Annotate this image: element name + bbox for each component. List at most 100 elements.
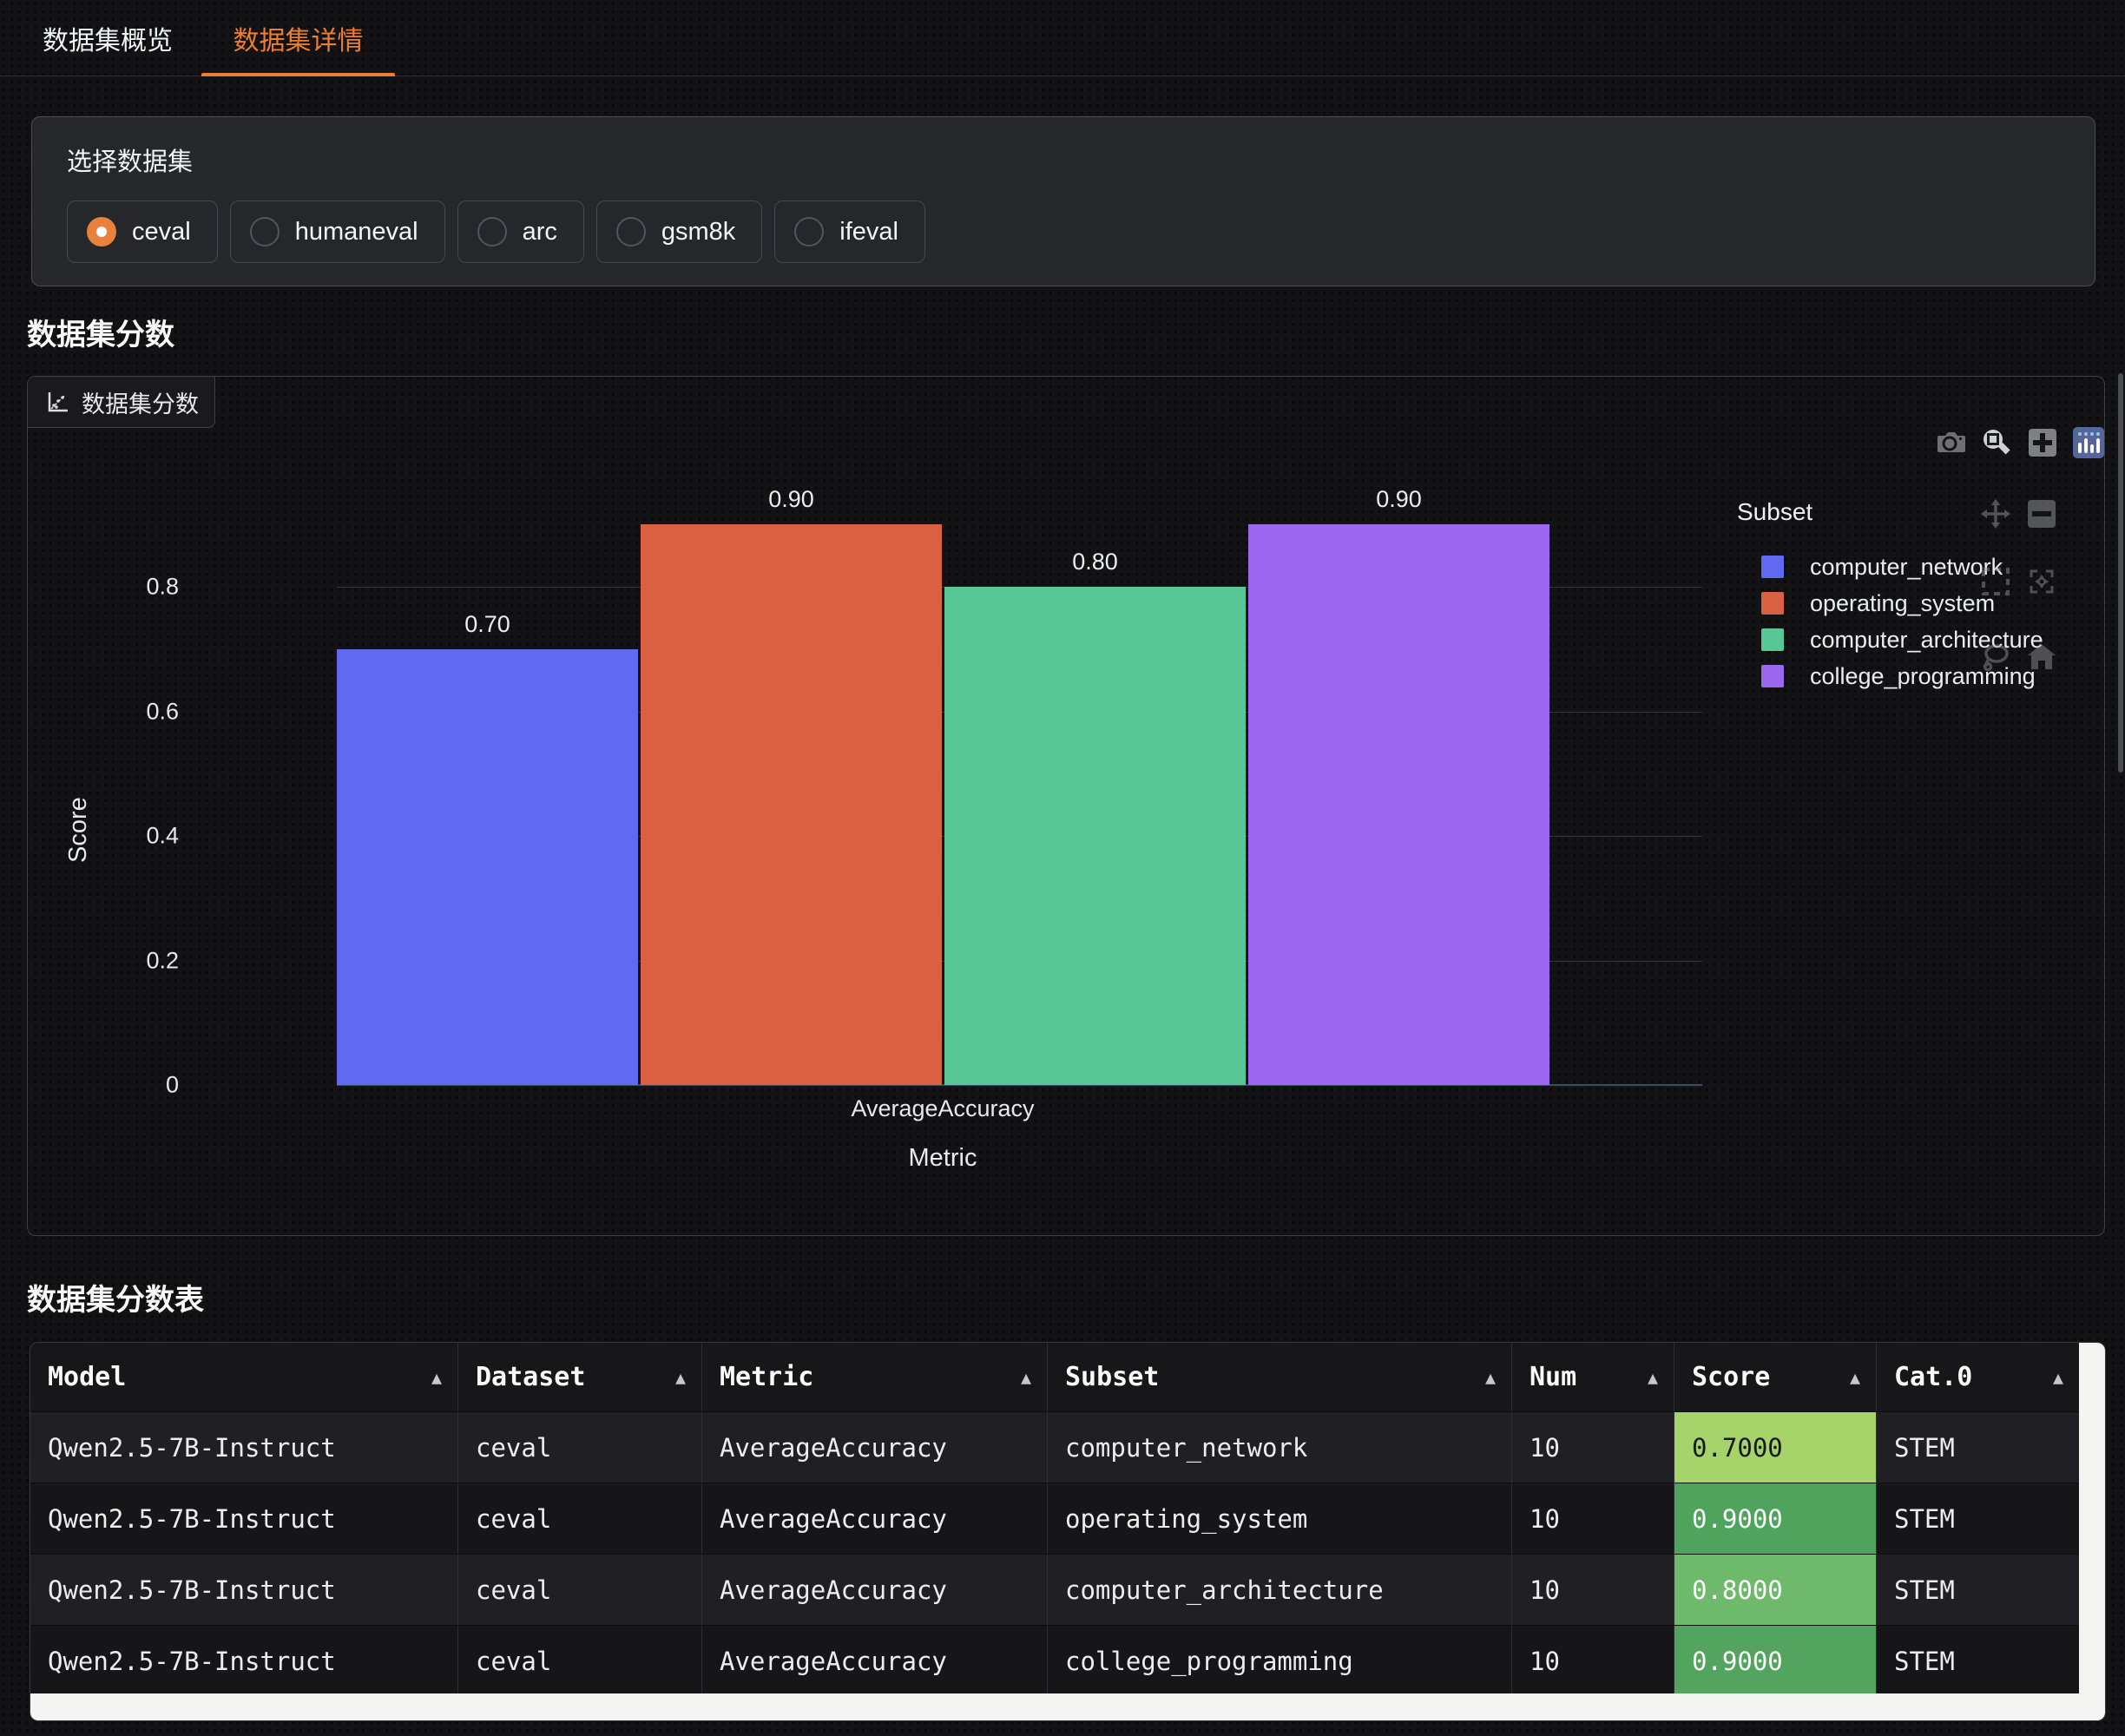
dataset-option-label: arc [523, 218, 557, 247]
y-axis-tick-label: 0 [83, 1072, 179, 1099]
y-axis-tick-label: 0.4 [83, 823, 179, 850]
column-header-subset[interactable]: Subset ▲ [1048, 1343, 1512, 1411]
cell-model: Qwen2.5-7B-Instruct [30, 1412, 458, 1483]
cell-cat0: STEM [1877, 1626, 2080, 1696]
autoscale-icon[interactable] [2025, 565, 2057, 597]
radio-selected-icon [87, 217, 116, 247]
dataset-option-ceval[interactable]: ceval [67, 201, 218, 263]
radio-unselected-icon [616, 217, 646, 247]
scores-section-title: 数据集分数 [27, 311, 174, 353]
column-header-label: Metric [720, 1362, 813, 1392]
sort-asc-icon[interactable]: ▲ [1850, 1367, 1860, 1388]
legend-swatch [1761, 665, 1784, 687]
bar-computer_network[interactable] [337, 649, 638, 1085]
radio-dot [96, 227, 107, 237]
column-header-metric[interactable]: Metric ▲ [702, 1343, 1048, 1411]
column-header-dataset[interactable]: Dataset ▲ [458, 1343, 702, 1411]
x-axis-tick-label: AverageAccuracy [769, 1095, 1116, 1122]
table-horizontal-scrollbar[interactable] [30, 1693, 2080, 1720]
page-scrollbar-thumb[interactable] [2118, 373, 2123, 773]
camera-icon[interactable] [1934, 426, 1966, 458]
column-header-cat-0[interactable]: Cat.0 ▲ [1877, 1343, 2080, 1411]
cell-dataset: ceval [458, 1555, 702, 1625]
bar-operating_system[interactable] [641, 524, 942, 1085]
cell-score: 0.7000 [1674, 1412, 1877, 1483]
chart-panel-chip-label: 数据集分数 [82, 385, 199, 419]
active-tab-underline [201, 73, 395, 76]
column-header-score[interactable]: Score ▲ [1674, 1343, 1877, 1411]
plotly-logo-icon[interactable] [2072, 426, 2104, 458]
chart-toolbar [1934, 426, 2104, 458]
legend-swatch [1761, 592, 1784, 615]
bar-college_programming[interactable] [1248, 524, 1549, 1085]
column-header-label: Dataset [476, 1362, 585, 1392]
x-axis-title: Metric [769, 1144, 1116, 1173]
zoom-in-icon[interactable] [2026, 426, 2058, 458]
pan-icon[interactable] [1979, 497, 2011, 529]
radio-unselected-icon [250, 217, 280, 247]
column-header-model[interactable]: Model ▲ [30, 1343, 458, 1411]
cell-model: Qwen2.5-7B-Instruct [30, 1483, 458, 1554]
cell-metric: AverageAccuracy [702, 1555, 1048, 1625]
column-header-label: Num [1530, 1362, 1576, 1392]
column-header-label: Cat.0 [1894, 1362, 1972, 1392]
cell-metric: AverageAccuracy [702, 1412, 1048, 1483]
sort-asc-icon[interactable]: ▲ [1021, 1367, 1031, 1388]
table-vertical-scrollbar[interactable] [2079, 1343, 2105, 1720]
chart-panel-chip: 数据集分数 [28, 377, 215, 428]
cell-metric: AverageAccuracy [702, 1626, 1048, 1696]
cell-model: Qwen2.5-7B-Instruct [30, 1555, 458, 1625]
cell-num: 10 [1512, 1483, 1674, 1554]
cell-cat0: STEM [1877, 1483, 2080, 1554]
table-section-title: 数据集分数表 [27, 1276, 204, 1318]
column-header-num[interactable]: Num ▲ [1512, 1343, 1674, 1411]
dataset-selector-card: 选择数据集 cevalhumanevalarcgsm8kifeval [31, 116, 2095, 286]
legend-title: Subset [1737, 498, 1812, 526]
box-select-icon[interactable] [1979, 565, 2011, 597]
cell-score: 0.9000 [1674, 1626, 1877, 1696]
bar-value-label: 0.80 [944, 549, 1246, 575]
y-axis-tick-label: 0.8 [83, 574, 179, 601]
column-header-label: Model [48, 1362, 126, 1392]
top-tab-bar: 数据集概览 数据集详情 [0, 0, 2125, 76]
sort-asc-icon[interactable]: ▲ [431, 1367, 442, 1388]
legend-swatch [1761, 556, 1784, 578]
y-axis-tick-label: 0.2 [83, 947, 179, 974]
column-header-label: Subset [1065, 1362, 1159, 1392]
dataset-option-humaneval[interactable]: humaneval [230, 201, 445, 263]
legend-item-label: operating_system [1810, 590, 1995, 617]
table-header-row: Model▲Dataset▲Metric▲Subset▲Num▲Score▲Ca… [30, 1343, 2080, 1411]
radio-unselected-icon [477, 217, 507, 247]
table-row: Qwen2.5-7B-InstructcevalAverageAccuracyc… [30, 1625, 2080, 1696]
cell-num: 10 [1512, 1626, 1674, 1696]
column-header-label: Score [1692, 1362, 1770, 1392]
dataset-option-ifeval[interactable]: ifeval [774, 201, 925, 263]
cell-dataset: ceval [458, 1412, 702, 1483]
zoom-box-icon[interactable] [1980, 426, 2012, 458]
dataset-option-label: humaneval [295, 218, 418, 247]
scatter-chart-icon [47, 391, 69, 413]
scores-bar-chart[interactable]: Score AverageAccuracy Metric Subset comp… [28, 377, 2104, 1235]
reset-home-icon[interactable] [2025, 641, 2057, 673]
dataset-option-label: ceval [132, 218, 191, 247]
cell-dataset: ceval [458, 1483, 702, 1554]
sort-asc-icon[interactable]: ▲ [1485, 1367, 1496, 1388]
dataset-option-arc[interactable]: arc [457, 201, 584, 263]
lasso-icon[interactable] [1979, 641, 2011, 673]
tab-dataset-details[interactable]: 数据集详情 [201, 0, 395, 76]
zoom-out-icon[interactable] [2025, 497, 2057, 529]
sort-asc-icon[interactable]: ▲ [2053, 1367, 2063, 1388]
bar-value-label: 0.90 [641, 486, 942, 513]
dataset-option-label: gsm8k [661, 218, 735, 247]
scores-table: Model▲Dataset▲Metric▲Subset▲Num▲Score▲Ca… [30, 1342, 2106, 1721]
bar-computer_architecture[interactable] [944, 587, 1246, 1085]
cell-subset: computer_network [1048, 1412, 1512, 1483]
y-axis-tick-label: 0.6 [83, 698, 179, 725]
sort-asc-icon[interactable]: ▲ [675, 1367, 686, 1388]
sort-asc-icon[interactable]: ▲ [1648, 1367, 1658, 1388]
tab-dataset-overview[interactable]: 数据集概览 [21, 0, 194, 76]
dataset-radio-group: ceval humaneval arc gsm8k ifeval [67, 201, 2060, 263]
scores-chart-panel: Score AverageAccuracy Metric Subset comp… [27, 376, 2105, 1236]
cell-subset: computer_architecture [1048, 1555, 1512, 1625]
dataset-option-gsm8k[interactable]: gsm8k [596, 201, 762, 263]
